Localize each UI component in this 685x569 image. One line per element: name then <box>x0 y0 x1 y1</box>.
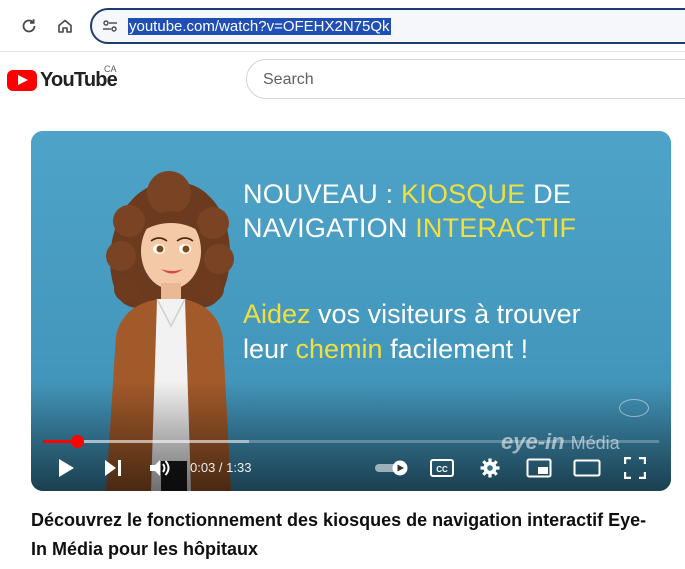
subline-highlight: chemin <box>295 334 383 364</box>
headline-highlight: INTERACTIF <box>415 213 577 243</box>
watermark-globe-icon <box>619 399 649 417</box>
youtube-header: YouTube CA Search <box>0 52 685 108</box>
subline-part: leur <box>243 334 296 364</box>
theater-mode-icon[interactable] <box>573 456 601 480</box>
headline-part: NAVIGATION <box>243 213 416 243</box>
next-icon[interactable] <box>102 456 124 480</box>
reload-icon[interactable] <box>15 12 43 40</box>
play-icon[interactable] <box>55 456 77 480</box>
youtube-logo-icon <box>7 69 37 91</box>
country-code: CA <box>104 64 117 74</box>
settings-icon[interactable] <box>479 456 501 480</box>
video-player[interactable]: NOUVEAU : KIOSQUE DE NAVIGATION INTERACT… <box>31 131 671 491</box>
headline-part: DE <box>525 179 572 209</box>
brand-suffix: Média <box>570 433 620 453</box>
progress-scrubber-handle[interactable] <box>70 435 84 448</box>
subline-text: Aidez vos visiteurs à trouver leur chemi… <box>243 297 581 367</box>
browser-toolbar: youtube.com/watch?v=OFEHX2N75Qk <box>0 0 685 52</box>
subline-highlight: Aidez <box>243 299 311 329</box>
miniplayer-icon[interactable] <box>526 456 552 480</box>
volume-icon[interactable] <box>148 456 172 480</box>
url-text[interactable]: youtube.com/watch?v=OFEHX2N75Qk <box>128 18 391 35</box>
headline-text: NOUVEAU : KIOSQUE DE NAVIGATION INTERACT… <box>243 177 576 245</box>
headline-part: NOUVEAU : <box>243 179 402 209</box>
search-input[interactable]: Search <box>246 59 685 99</box>
autoplay-toggle-icon[interactable] <box>374 456 410 480</box>
subline-part: facilement ! <box>382 334 529 364</box>
address-bar[interactable]: youtube.com/watch?v=OFEHX2N75Qk <box>90 8 685 44</box>
home-icon[interactable] <box>51 12 79 40</box>
site-info-icon[interactable] <box>102 19 118 33</box>
fullscreen-icon[interactable] <box>624 456 646 480</box>
subline-part: vos visiteurs à trouver <box>310 299 581 329</box>
time-display: 0:03 / 1:33 <box>190 460 251 475</box>
duration: 1:33 <box>226 460 252 475</box>
svg-text:CC: CC <box>436 465 448 474</box>
progress-bar[interactable] <box>43 440 659 443</box>
headline-highlight: KIOSQUE <box>401 179 526 209</box>
subtitles-icon[interactable]: CC <box>430 456 454 480</box>
video-title: Découvrez le fonctionnement des kiosques… <box>31 510 647 559</box>
search-placeholder: Search <box>263 71 314 88</box>
current-time: 0:03 <box>190 460 216 475</box>
time-separator: / <box>215 460 227 475</box>
youtube-logo[interactable]: YouTube <box>7 68 118 92</box>
